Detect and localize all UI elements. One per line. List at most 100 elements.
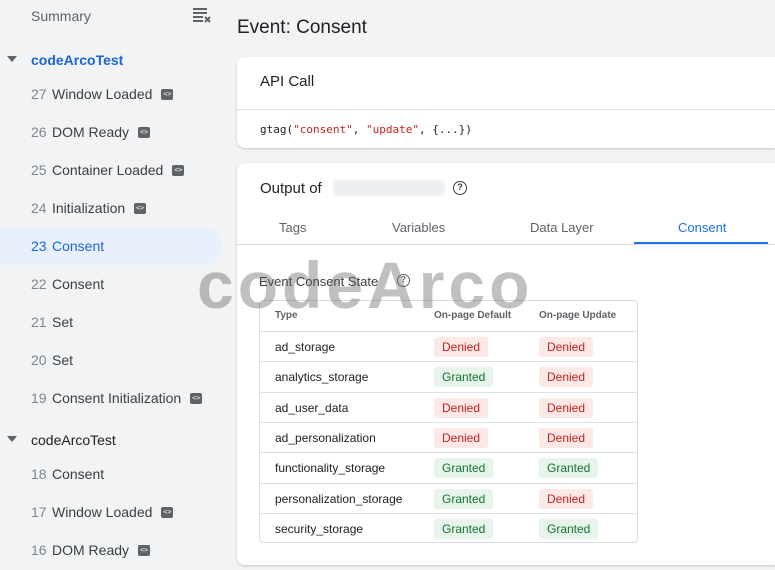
output-heading: Output of [260,180,322,197]
event-label: Window Loaded [52,504,153,520]
sidebar: Summary codeArcoTest 27 Window Loaded <> 26 D… [0,0,222,570]
table-row: ad_personalization Denied Denied [260,421,637,452]
output-card: Output of ? Tags Variables Data Layer Co… [237,163,775,565]
tag-fired-icon: <> [172,165,185,176]
event-label: Consent [52,238,105,254]
sidebar-event-item[interactable]: 23 Consent [0,228,222,265]
container-name: codeArcoTest [31,432,116,448]
table-row: ad_storage Denied Denied [260,331,637,361]
default-status-badge: Granted [434,458,494,479]
event-number: 26 [31,124,47,140]
event-number: 25 [31,162,47,178]
code-sep: , [352,123,366,136]
tag-fired-icon: <> [138,545,151,556]
clear-messages-icon[interactable] [192,6,212,24]
event-label: Container Loaded [52,162,164,178]
sidebar-event-item[interactable]: 18 Consent [0,456,222,493]
tag-fired-icon: <> [161,89,174,100]
consent-type: functionality_storage [275,461,386,476]
table-row: functionality_storage Granted Granted [260,452,637,482]
expand-arrow-icon [7,56,17,62]
event-label: Set [52,314,74,330]
update-status-badge: Denied [539,488,594,509]
sidebar-event-item[interactable]: 24 Initialization <> [0,190,222,227]
table-row: security_storage Granted Granted [260,512,637,543]
table-row: personalization_storage Granted Denied [260,482,637,513]
default-status-badge: Granted [434,488,494,509]
event-number: 16 [31,542,47,558]
event-label: DOM Ready [52,542,130,558]
help-icon[interactable]: ? [397,274,410,287]
consent-table: Type On-page Default On-page Update ad_s… [259,300,638,543]
tab-variables[interactable]: Variables [392,220,445,235]
page-title: Event: Consent [237,17,367,38]
event-number: 19 [31,390,47,406]
api-call-card: API Call gtag("consent", "update", {...}… [237,57,775,148]
update-status-badge: Granted [539,458,599,479]
tag-fired-icon: <> [190,393,203,404]
tab-data-layer[interactable]: Data Layer [530,220,594,235]
update-status-badge: Denied [539,427,594,448]
code-rest: , {...}) [418,123,472,136]
sidebar-event-item[interactable]: 19 Consent Initialization <> [0,380,222,417]
default-status-badge: Denied [434,337,489,357]
column-header-type: Type [275,310,298,321]
redacted-container-id [333,180,445,196]
sidebar-event-item[interactable]: 17 Window Loaded <> [0,494,222,531]
tab-consent[interactable]: Consent [678,220,726,235]
section-title: Event Consent State [259,274,379,289]
consent-type: ad_storage [275,340,336,354]
column-header-default: On-page Default [434,310,512,321]
sidebar-event-item[interactable]: 25 Container Loaded <> [0,152,222,189]
sidebar-event-item[interactable]: 22 Consent [0,266,222,303]
event-label: Consent [52,276,105,292]
expand-arrow-icon [7,436,17,442]
event-label: DOM Ready [52,124,130,140]
tag-fired-icon: <> [134,203,147,214]
code-arg2: "update" [365,123,419,136]
event-number: 21 [31,314,47,330]
container-name: codeArcoTest [31,52,124,68]
consent-type: ad_personalization [275,430,376,445]
active-tab-indicator [634,242,768,244]
update-status-badge: Granted [539,518,599,539]
event-number: 18 [31,466,47,482]
sidebar-event-item[interactable]: 26 DOM Ready <> [0,114,222,151]
event-number: 20 [31,352,47,368]
event-number: 22 [31,276,47,292]
table-row: analytics_storage Granted Denied [260,361,637,391]
container-header[interactable]: codeArcoTest [0,422,222,458]
tab-tags[interactable]: Tags [279,220,306,235]
update-status-badge: Denied [539,337,594,357]
tag-fired-icon: <> [161,507,174,518]
event-number: 24 [31,200,47,216]
container-header[interactable]: codeArcoTest [0,42,222,78]
consent-type: personalization_storage [275,491,403,506]
sidebar-event-item[interactable]: 21 Set [0,304,222,341]
column-header-update: On-page Update [539,310,617,321]
event-label: Window Loaded [52,86,153,102]
table-header: Type On-page Default On-page Update [260,301,637,331]
default-status-badge: Granted [434,518,494,539]
event-label: Set [52,352,74,368]
event-label: Initialization [52,200,126,216]
event-label: Consent [52,466,105,482]
event-number: 23 [31,238,47,254]
update-status-badge: Denied [539,367,594,388]
sidebar-event-item[interactable]: 27 Window Loaded <> [0,76,222,113]
api-call-heading: API Call [260,73,315,90]
sidebar-summary[interactable]: Summary [0,0,222,32]
sidebar-event-item[interactable]: 20 Set [0,342,222,379]
sidebar-event-item[interactable]: 16 DOM Ready <> [0,532,222,569]
api-call-code: gtag("consent", "update", {...}) [260,123,472,136]
table-row: ad_user_data Denied Denied [260,391,637,422]
update-status-badge: Denied [539,397,594,418]
consent-type: ad_user_data [275,400,349,415]
divider [237,109,775,110]
summary-label: Summary [31,8,91,24]
consent-type: security_storage [275,521,364,536]
tabs-divider [237,244,775,245]
event-number: 27 [31,86,47,102]
help-icon[interactable]: ? [453,181,467,195]
default-status-badge: Granted [434,367,494,388]
